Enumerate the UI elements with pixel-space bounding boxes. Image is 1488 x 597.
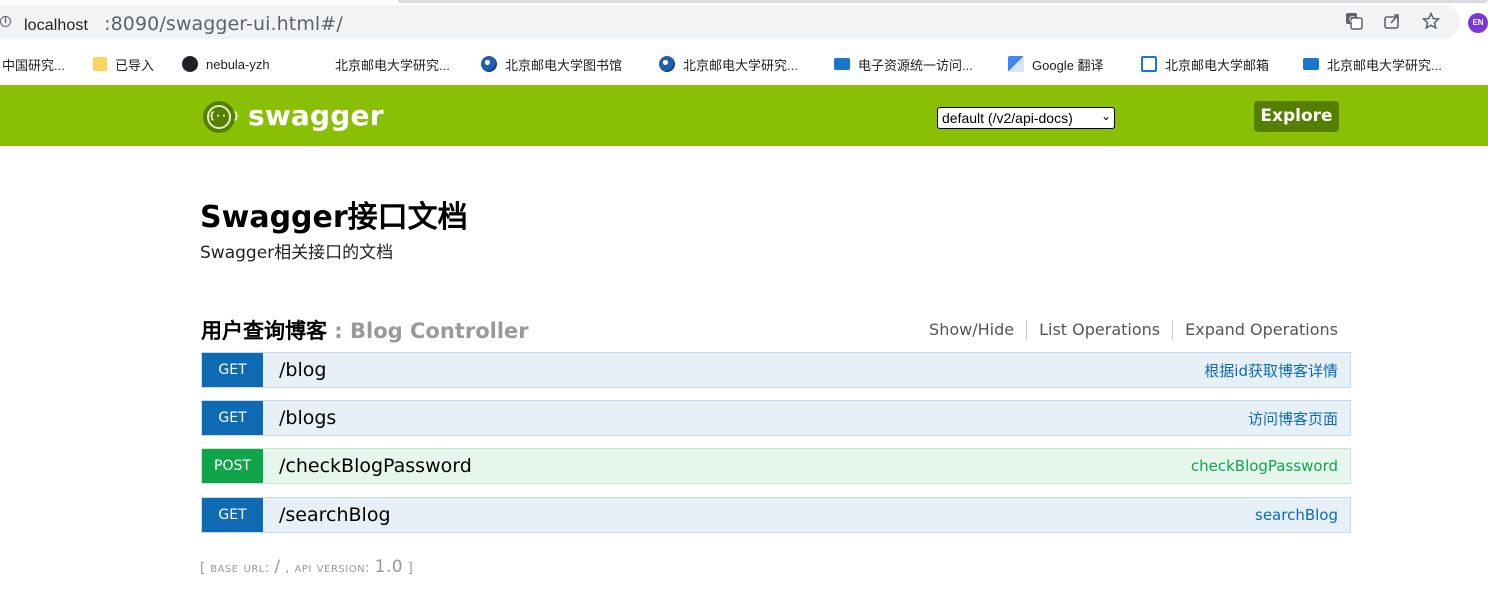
operation-summary[interactable]: 访问博客页面 [1248, 408, 1338, 429]
chevron-down-icon: ⌄ [1100, 109, 1111, 123]
bookmark-item[interactable]: 北京邮电大学邮箱 [1141, 54, 1269, 74]
bookmark-label: Google 翻译 [1032, 57, 1104, 73]
bookmark-label: 已导入 [115, 57, 155, 73]
page-title: Swagger接口文档 [200, 200, 468, 235]
api-footer: [ base url: / , api version: 1.0 ] [200, 557, 414, 577]
translate-icon[interactable]: G [1344, 12, 1364, 32]
operation-path[interactable]: /blog [279, 359, 1204, 381]
brand-name[interactable]: swagger [248, 99, 384, 132]
bookmark-label: nebula-yzh [206, 56, 270, 72]
resource-controller: Blog Controller [350, 319, 529, 343]
swagger-header: {···} swagger default (/v2/api-docs) ⌄ E… [0, 85, 1488, 146]
bookmark-item[interactable]: 中国研究... [2, 54, 65, 74]
folder-icon [93, 57, 107, 71]
library-icon [1303, 58, 1319, 70]
http-method-badge[interactable]: GET [202, 353, 263, 387]
base-url-value: / [274, 557, 281, 577]
resource-options: Show/Hide List Operations Expand Operati… [917, 320, 1338, 340]
bookmark-label: 中国研究... [2, 57, 65, 73]
bookmark-label: 北京邮电大学图书馆 [505, 57, 623, 73]
show-hide-link[interactable]: Show/Hide [917, 320, 1028, 340]
bookmark-item[interactable]: Google 翻译 [1008, 54, 1104, 74]
http-method-badge[interactable]: GET [202, 401, 263, 435]
url-text[interactable]: localhost:8090/swagger-ui.html#/ [24, 13, 343, 35]
operation-path[interactable]: /searchBlog [279, 504, 1255, 526]
library-icon [834, 58, 850, 70]
operation-row[interactable]: POST /checkBlogPassword checkBlogPasswor… [201, 448, 1351, 484]
share-icon[interactable] [1382, 12, 1402, 32]
spec-select-value: default (/v2/api-docs) [942, 110, 1073, 126]
bookmark-item[interactable]: 北京邮电大学研究... [335, 54, 450, 74]
bookmark-item[interactable]: 北京邮电大学研究... [659, 54, 798, 74]
operation-summary[interactable]: 根据id获取博客详情 [1204, 360, 1338, 381]
operation-summary[interactable]: searchBlog [1255, 506, 1338, 524]
google-translate-icon [1008, 56, 1024, 72]
resource-name: 用户查询博客 [201, 319, 327, 343]
operation-path[interactable]: /checkBlogPassword [279, 455, 1191, 477]
github-icon [182, 56, 198, 72]
globe-icon [659, 56, 675, 72]
bookmark-label: 北京邮电大学邮箱 [1165, 57, 1270, 73]
operation-row[interactable]: GET /blogs 访问博客页面 [201, 400, 1351, 436]
explore-button[interactable]: Explore [1254, 101, 1339, 132]
operation-row[interactable]: GET /blog 根据id获取博客详情 [201, 352, 1351, 388]
globe-icon [481, 56, 497, 72]
operation-summary[interactable]: checkBlogPassword [1191, 457, 1338, 475]
bookmark-label: 北京邮电大学研究... [683, 57, 798, 73]
bookmarks-bar: 中国研究... 已导入 nebula-yzh 北京邮电大学研究... 北京邮电大… [0, 44, 1488, 84]
bookmark-label: 北京邮电大学研究... [335, 57, 450, 73]
operation-row[interactable]: GET /searchBlog searchBlog [201, 497, 1351, 533]
logo-glyph: {···} [207, 105, 239, 129]
http-method-badge[interactable]: POST [202, 449, 263, 483]
bookmark-item[interactable]: 电子资源统一访问... [834, 54, 973, 74]
browser-toolbar: i localhost:8090/swagger-ui.html#/ G EN [0, 0, 1488, 44]
mail-icon [1141, 56, 1157, 72]
bookmark-item[interactable]: 北京邮电大学研究... [1303, 54, 1442, 74]
api-version-label: api version [294, 560, 366, 576]
bookmark-label: 北京邮电大学研究... [1327, 57, 1442, 73]
svg-text:G: G [1349, 15, 1355, 24]
star-icon[interactable] [1421, 11, 1441, 32]
expand-operations-link[interactable]: Expand Operations [1173, 320, 1338, 340]
bookmark-folder[interactable]: 已导入 [93, 54, 154, 74]
resource-heading[interactable]: 用户查询博客 : Blog Controller [201, 315, 529, 345]
bookmark-item[interactable]: nebula-yzh [182, 54, 270, 74]
tab-strip-edge [398, 0, 1488, 3]
bookmark-label: 电子资源统一访问... [858, 57, 973, 73]
spec-select[interactable]: default (/v2/api-docs) ⌄ [937, 107, 1115, 129]
page-description: Swagger相关接口的文档 [200, 243, 394, 263]
resource-separator: : [327, 319, 351, 343]
operation-path[interactable]: /blogs [279, 407, 1248, 429]
base-url-label: base url [210, 560, 265, 576]
bookmark-item[interactable]: 北京邮电大学图书馆 [481, 54, 622, 74]
info-icon[interactable]: i [0, 16, 11, 27]
api-version-value: 1.0 [374, 557, 404, 577]
swagger-logo-icon[interactable]: {···} [203, 101, 239, 133]
http-method-badge[interactable]: GET [202, 498, 263, 532]
list-operations-link[interactable]: List Operations [1027, 320, 1174, 340]
profile-avatar[interactable]: EN [1468, 13, 1488, 33]
